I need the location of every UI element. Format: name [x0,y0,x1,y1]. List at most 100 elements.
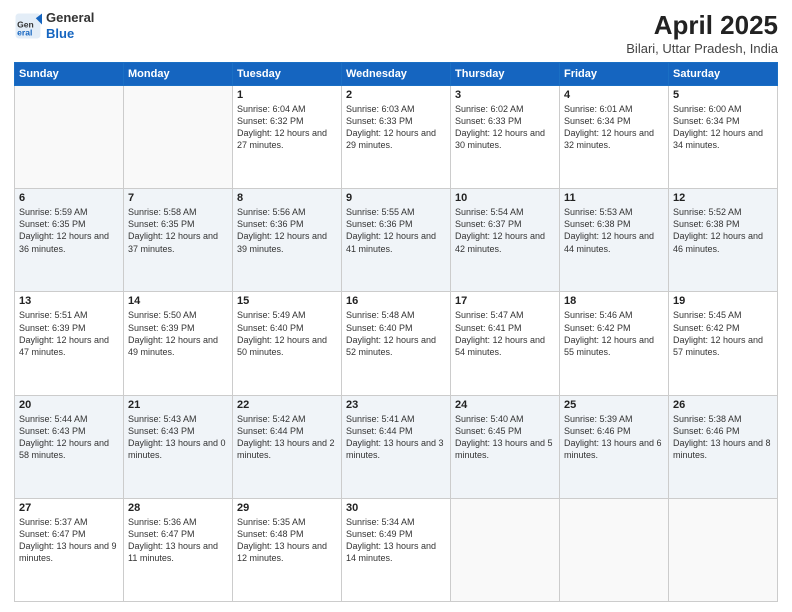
day-number: 1 [237,89,337,101]
day-info: Sunrise: 5:42 AM Sunset: 6:44 PM Dayligh… [237,413,337,462]
logo-text: General Blue [46,10,94,41]
day-number: 30 [346,502,446,514]
day-number: 27 [19,502,119,514]
day-info: Sunrise: 6:01 AM Sunset: 6:34 PM Dayligh… [564,103,664,152]
day-info: Sunrise: 5:37 AM Sunset: 6:47 PM Dayligh… [19,516,119,565]
header: Gen eral General Blue April 2025 Bilari,… [14,10,778,56]
day-number: 17 [455,295,555,307]
day-info: Sunrise: 5:59 AM Sunset: 6:35 PM Dayligh… [19,206,119,255]
day-number: 20 [19,399,119,411]
calendar-day-cell [451,498,560,601]
calendar-day-cell [669,498,778,601]
calendar-day-cell: 2 Sunrise: 6:03 AM Sunset: 6:33 PM Daylig… [342,86,451,189]
day-info: Sunrise: 5:52 AM Sunset: 6:38 PM Dayligh… [673,206,773,255]
day-info: Sunrise: 5:58 AM Sunset: 6:35 PM Dayligh… [128,206,228,255]
day-number: 15 [237,295,337,307]
day-info: Sunrise: 5:47 AM Sunset: 6:41 PM Dayligh… [455,309,555,358]
calendar-week-row: 1 Sunrise: 6:04 AM Sunset: 6:32 PM Daylig… [15,86,778,189]
logo-icon: Gen eral [14,12,42,40]
day-number: 26 [673,399,773,411]
calendar-week-row: 6 Sunrise: 5:59 AM Sunset: 6:35 PM Daylig… [15,189,778,292]
calendar-day-header: Tuesday [233,63,342,86]
day-info: Sunrise: 5:48 AM Sunset: 6:40 PM Dayligh… [346,309,446,358]
day-number: 5 [673,89,773,101]
day-number: 19 [673,295,773,307]
day-number: 24 [455,399,555,411]
calendar-day-cell: 16 Sunrise: 5:48 AM Sunset: 6:40 PM Dayli… [342,292,451,395]
calendar-day-cell: 30 Sunrise: 5:34 AM Sunset: 6:49 PM Dayli… [342,498,451,601]
day-info: Sunrise: 5:34 AM Sunset: 6:49 PM Dayligh… [346,516,446,565]
calendar-day-cell: 4Sunrise: 6:01 AM Sunset: 6:34 PM Daylig… [560,86,669,189]
day-number: 10 [455,192,555,204]
page-subtitle: Bilari, Uttar Pradesh, India [626,41,778,56]
day-number: 2 [346,89,446,101]
day-number: 25 [564,399,664,411]
calendar-day-cell: 28 Sunrise: 5:36 AM Sunset: 6:47 PM Dayli… [124,498,233,601]
day-info: Sunrise: 5:49 AM Sunset: 6:40 PM Dayligh… [237,309,337,358]
calendar-day-cell: 12 Sunrise: 5:52 AM Sunset: 6:38 PM Dayli… [669,189,778,292]
svg-text:eral: eral [17,27,32,37]
day-number: 22 [237,399,337,411]
day-info: Sunrise: 6:03 AM Sunset: 6:33 PM Dayligh… [346,103,446,152]
calendar-day-cell: 25 Sunrise: 5:39 AM Sunset: 6:46 PM Dayli… [560,395,669,498]
calendar-day-cell: 17 Sunrise: 5:47 AM Sunset: 6:41 PM Dayli… [451,292,560,395]
calendar-day-cell [15,86,124,189]
calendar-day-cell: 13 Sunrise: 5:51 AM Sunset: 6:39 PM Dayli… [15,292,124,395]
calendar-day-header: Sunday [15,63,124,86]
day-info: Sunrise: 5:36 AM Sunset: 6:47 PM Dayligh… [128,516,228,565]
day-info: Sunrise: 6:04 AM Sunset: 6:32 PM Dayligh… [237,103,337,152]
calendar-day-cell: 18 Sunrise: 5:46 AM Sunset: 6:42 PM Dayli… [560,292,669,395]
calendar-day-cell: 24Sunrise: 5:40 AM Sunset: 6:45 PM Dayli… [451,395,560,498]
day-number: 13 [19,295,119,307]
day-number: 14 [128,295,228,307]
day-info: Sunrise: 5:43 AM Sunset: 6:43 PM Dayligh… [128,413,228,462]
day-number: 12 [673,192,773,204]
logo-general: General [46,10,94,26]
page: Gen eral General Blue April 2025 Bilari,… [0,0,792,612]
calendar-day-cell: 1 Sunrise: 6:04 AM Sunset: 6:32 PM Daylig… [233,86,342,189]
calendar-day-cell: 7Sunrise: 5:58 AM Sunset: 6:35 PM Daylig… [124,189,233,292]
calendar-day-cell [124,86,233,189]
day-number: 23 [346,399,446,411]
calendar-table: SundayMondayTuesdayWednesdayThursdayFrid… [14,62,778,602]
day-number: 18 [564,295,664,307]
day-number: 28 [128,502,228,514]
logo-blue: Blue [46,26,94,42]
day-info: Sunrise: 5:35 AM Sunset: 6:48 PM Dayligh… [237,516,337,565]
calendar-day-header: Saturday [669,63,778,86]
calendar-day-cell: 3Sunrise: 6:02 AM Sunset: 6:33 PM Daylig… [451,86,560,189]
calendar-day-header: Monday [124,63,233,86]
day-number: 21 [128,399,228,411]
logo: Gen eral General Blue [14,10,94,41]
day-info: Sunrise: 5:54 AM Sunset: 6:37 PM Dayligh… [455,206,555,255]
day-info: Sunrise: 5:56 AM Sunset: 6:36 PM Dayligh… [237,206,337,255]
calendar-day-cell: 10 Sunrise: 5:54 AM Sunset: 6:37 PM Dayli… [451,189,560,292]
calendar-day-cell: 23Sunrise: 5:41 AM Sunset: 6:44 PM Dayli… [342,395,451,498]
calendar-day-cell: 20 Sunrise: 5:44 AM Sunset: 6:43 PM Dayli… [15,395,124,498]
calendar-day-cell: 15 Sunrise: 5:49 AM Sunset: 6:40 PM Dayli… [233,292,342,395]
day-info: Sunrise: 5:44 AM Sunset: 6:43 PM Dayligh… [19,413,119,462]
calendar-day-header: Friday [560,63,669,86]
calendar-day-cell: 11Sunrise: 5:53 AM Sunset: 6:38 PM Dayli… [560,189,669,292]
day-info: Sunrise: 5:53 AM Sunset: 6:38 PM Dayligh… [564,206,664,255]
calendar-day-cell: 9Sunrise: 5:55 AM Sunset: 6:36 PM Daylig… [342,189,451,292]
day-number: 8 [237,192,337,204]
day-info: Sunrise: 5:51 AM Sunset: 6:39 PM Dayligh… [19,309,119,358]
day-info: Sunrise: 5:45 AM Sunset: 6:42 PM Dayligh… [673,309,773,358]
day-number: 29 [237,502,337,514]
calendar-day-cell: 22 Sunrise: 5:42 AM Sunset: 6:44 PM Dayli… [233,395,342,498]
page-title: April 2025 [626,10,778,41]
day-info: Sunrise: 5:50 AM Sunset: 6:39 PM Dayligh… [128,309,228,358]
calendar-week-row: 13 Sunrise: 5:51 AM Sunset: 6:39 PM Dayli… [15,292,778,395]
day-info: Sunrise: 6:00 AM Sunset: 6:34 PM Dayligh… [673,103,773,152]
day-number: 6 [19,192,119,204]
day-info: Sunrise: 5:46 AM Sunset: 6:42 PM Dayligh… [564,309,664,358]
day-number: 16 [346,295,446,307]
calendar-day-cell [560,498,669,601]
day-info: Sunrise: 5:55 AM Sunset: 6:36 PM Dayligh… [346,206,446,255]
day-info: Sunrise: 5:39 AM Sunset: 6:46 PM Dayligh… [564,413,664,462]
calendar-day-cell: 26Sunrise: 5:38 AM Sunset: 6:46 PM Dayli… [669,395,778,498]
calendar-day-cell: 14 Sunrise: 5:50 AM Sunset: 6:39 PM Dayli… [124,292,233,395]
calendar-day-cell: 21 Sunrise: 5:43 AM Sunset: 6:43 PM Dayli… [124,395,233,498]
calendar-day-cell: 29 Sunrise: 5:35 AM Sunset: 6:48 PM Dayli… [233,498,342,601]
